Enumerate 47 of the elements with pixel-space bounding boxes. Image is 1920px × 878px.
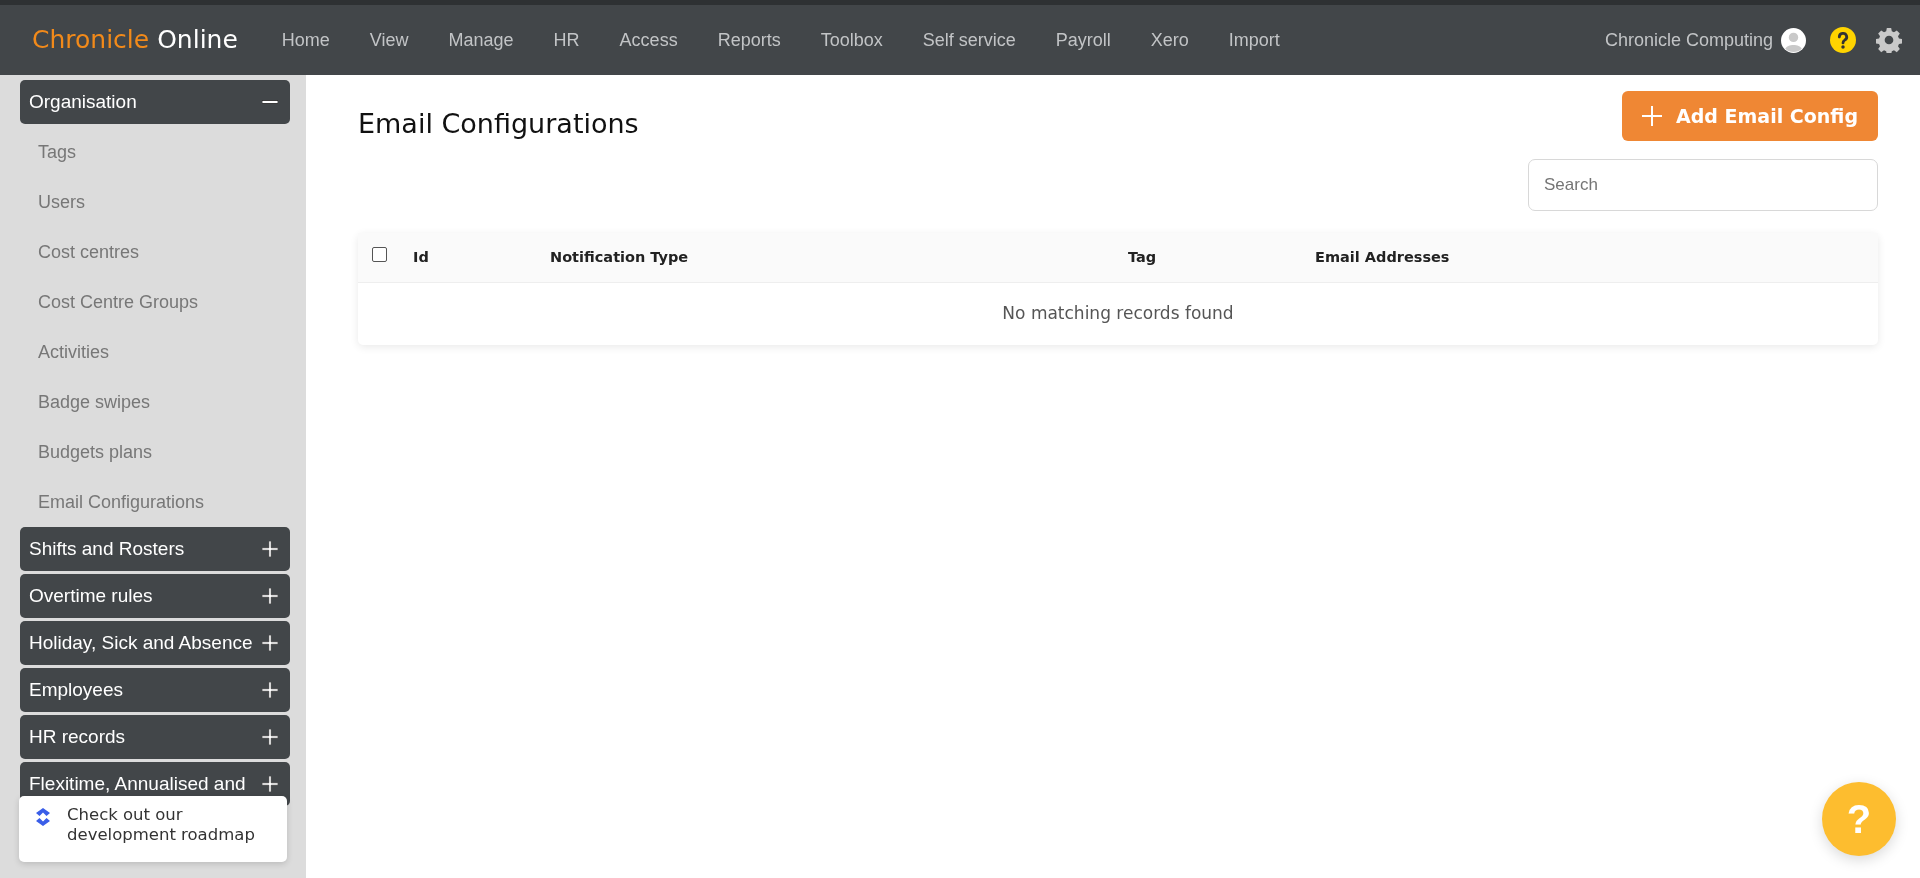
nav-link[interactable]: Import	[1228, 26, 1280, 54]
plus-icon[interactable]	[262, 588, 278, 604]
sidebar-section-header[interactable]: Holiday, Sick and Absence	[20, 621, 290, 665]
avatar-icon[interactable]	[1781, 27, 1806, 53]
sidebar-item[interactable]: Activities	[20, 327, 306, 377]
nav-link[interactable]: Toolbox	[820, 26, 883, 54]
sidebar-item[interactable]: Budgets plans	[20, 427, 306, 477]
sidebar-section-header[interactable]: Organisation	[20, 80, 290, 124]
brand-logo-text[interactable]: Online	[157, 21, 238, 59]
sidebar-item[interactable]: Badge swipes	[20, 377, 306, 427]
plus-icon	[1642, 106, 1663, 126]
nav-link[interactable]: Xero	[1150, 26, 1189, 54]
column-header[interactable]: Email Addresses	[1315, 246, 1878, 269]
brand-logo-text[interactable]: Chronicle	[32, 21, 150, 59]
page-title: Email Configurations	[358, 108, 639, 141]
column-header[interactable]: Id	[413, 246, 550, 269]
sidebar-item[interactable]: Cost centres	[20, 227, 306, 277]
nav-link[interactable]: View	[369, 26, 409, 54]
column-header[interactable]: Tag	[1128, 246, 1315, 269]
settings-icon[interactable]	[1876, 27, 1902, 53]
nav-link[interactable]: Payroll	[1055, 26, 1111, 54]
nav-link[interactable]: Manage	[448, 26, 514, 54]
nav-link[interactable]: Reports	[717, 26, 781, 54]
sidebar-section-header[interactable]: Shifts and Rosters	[20, 527, 290, 571]
sidebar-item[interactable]: Cost Centre Groups	[20, 277, 306, 327]
sidebar-item[interactable]: Email Configurations	[20, 477, 306, 527]
column-header[interactable]: Notification Type	[550, 246, 1128, 269]
select-all-checkbox[interactable]	[372, 246, 387, 262]
help-icon[interactable]	[1830, 27, 1856, 53]
roadmap-toast[interactable]: Check out our development roadmap	[19, 796, 287, 862]
sidebar-item[interactable]: Tags	[20, 127, 306, 177]
empty-message: No matching records found	[1001, 302, 1235, 326]
nav-link[interactable]: Access	[619, 26, 678, 54]
nav-link[interactable]: HR	[553, 26, 580, 54]
search-field[interactable]: Search	[1528, 159, 1878, 211]
sidebar-section-header[interactable]: Overtime rules	[20, 574, 290, 618]
sidebar-section-header[interactable]: HR records	[20, 715, 290, 759]
plus-icon[interactable]	[262, 635, 278, 651]
sidebar-item[interactable]: Users	[20, 177, 306, 227]
nav-link[interactable]: Self service	[922, 26, 1016, 54]
plus-icon[interactable]	[262, 682, 278, 698]
user-name[interactable]: Chronicle Computing	[1604, 26, 1773, 54]
plus-icon[interactable]	[262, 729, 278, 745]
sidebar-section-header[interactable]: Employees	[20, 668, 290, 712]
nav-link[interactable]: Home	[281, 26, 330, 54]
plus-icon[interactable]	[262, 541, 278, 557]
plus-icon[interactable]	[262, 776, 278, 792]
